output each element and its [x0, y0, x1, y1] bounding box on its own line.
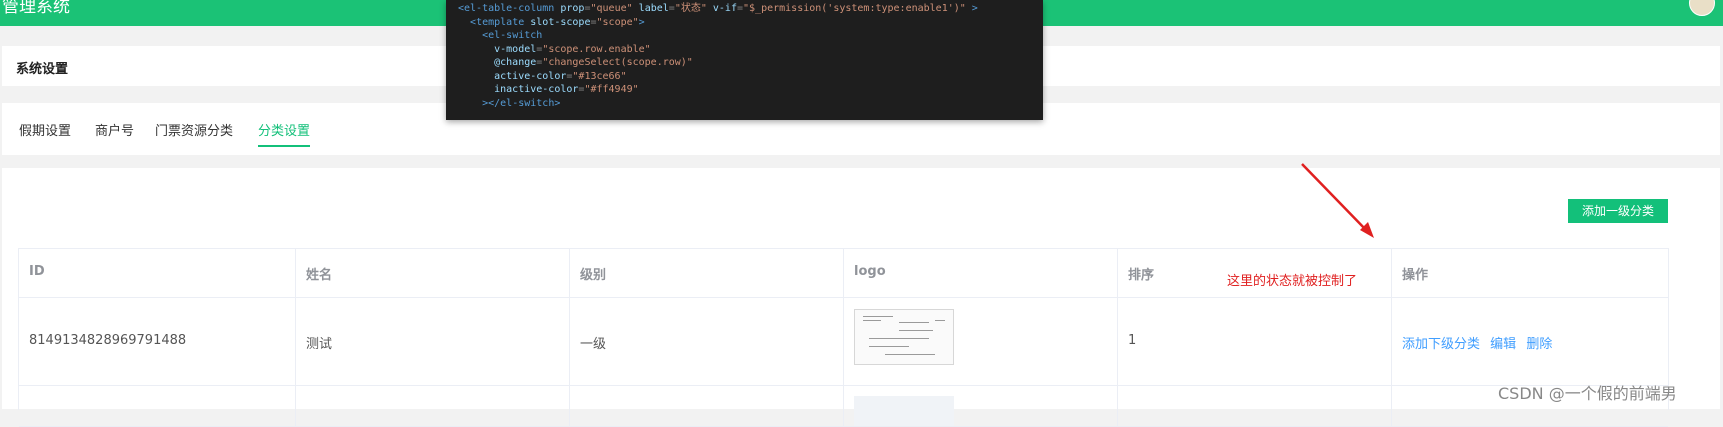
cell-id: 8149134828969791488: [19, 298, 296, 385]
code-snippet-overlay: <el-table-column prop="queue" label="状态"…: [446, 0, 1043, 120]
logo-thumbnail[interactable]: [854, 309, 954, 365]
header-label: ID: [29, 264, 45, 279]
cell-logo: [844, 298, 1118, 385]
header-label: 排序: [1128, 268, 1155, 283]
cell-level: 一级: [570, 298, 844, 385]
add-top-level-category-button[interactable]: 添加一级分类: [1568, 199, 1668, 223]
row-actions: 添加下级分类 编辑 删除: [1402, 333, 1558, 352]
cell-logo: [844, 386, 1118, 426]
level-value: 一级: [580, 337, 607, 352]
cell-name: [296, 386, 570, 426]
red-arrow-icon: [1301, 163, 1374, 238]
id-value: 8149134828969791488: [29, 333, 187, 348]
tab-holiday-settings[interactable]: 假期设置: [19, 120, 71, 145]
app-title: 管理系统: [2, 0, 70, 17]
cell-name: 测试: [296, 298, 570, 385]
header-label: logo: [854, 264, 886, 279]
header-label: 操作: [1402, 268, 1429, 283]
cell-actions: 添加下级分类 编辑 删除: [1392, 298, 1668, 385]
cell-sort: [1118, 386, 1392, 426]
edit-link[interactable]: 编辑: [1490, 337, 1516, 352]
sort-value: 1: [1128, 333, 1137, 348]
header-label: 姓名: [306, 268, 333, 283]
logo-thumbnail[interactable]: [854, 396, 954, 426]
cell-level: [570, 386, 844, 426]
annotation-note: 这里的状态就被控制了: [1227, 274, 1358, 289]
table-row: 8149134828969791488 测试 一级 1 添加下级分类 编辑 删除: [19, 298, 1668, 386]
name-value: 测试: [306, 337, 333, 352]
table-header-row: ID 姓名 级别 logo 排序 操作: [19, 249, 1668, 298]
header-label: 级别: [580, 268, 607, 283]
cell-sort: 1: [1118, 298, 1392, 385]
user-avatar[interactable]: [1689, 0, 1715, 16]
table-row: [19, 386, 1668, 427]
category-table: ID 姓名 级别 logo 排序 操作 8149134828969791488 …: [18, 248, 1669, 427]
tab-category-settings[interactable]: 分类设置: [258, 120, 311, 147]
add-subcategory-link[interactable]: 添加下级分类: [1402, 337, 1480, 352]
header-cell-level[interactable]: 级别: [570, 249, 844, 297]
cell-id: [19, 386, 296, 426]
header-cell-id[interactable]: ID: [19, 249, 296, 297]
header-cell-name[interactable]: 姓名: [296, 249, 570, 297]
watermark: CSDN @一个假的前端男: [1498, 384, 1677, 403]
header-cell-actions[interactable]: 操作: [1392, 249, 1668, 297]
code-line: ></el-switch>: [482, 97, 561, 109]
header-cell-logo[interactable]: logo: [844, 249, 1118, 297]
tab-merchant-id[interactable]: 商户号: [95, 120, 134, 145]
delete-link[interactable]: 删除: [1526, 337, 1552, 352]
section-title: 系统设置: [16, 62, 69, 77]
tab-ticket-resource-category[interactable]: 门票资源分类: [155, 120, 233, 145]
